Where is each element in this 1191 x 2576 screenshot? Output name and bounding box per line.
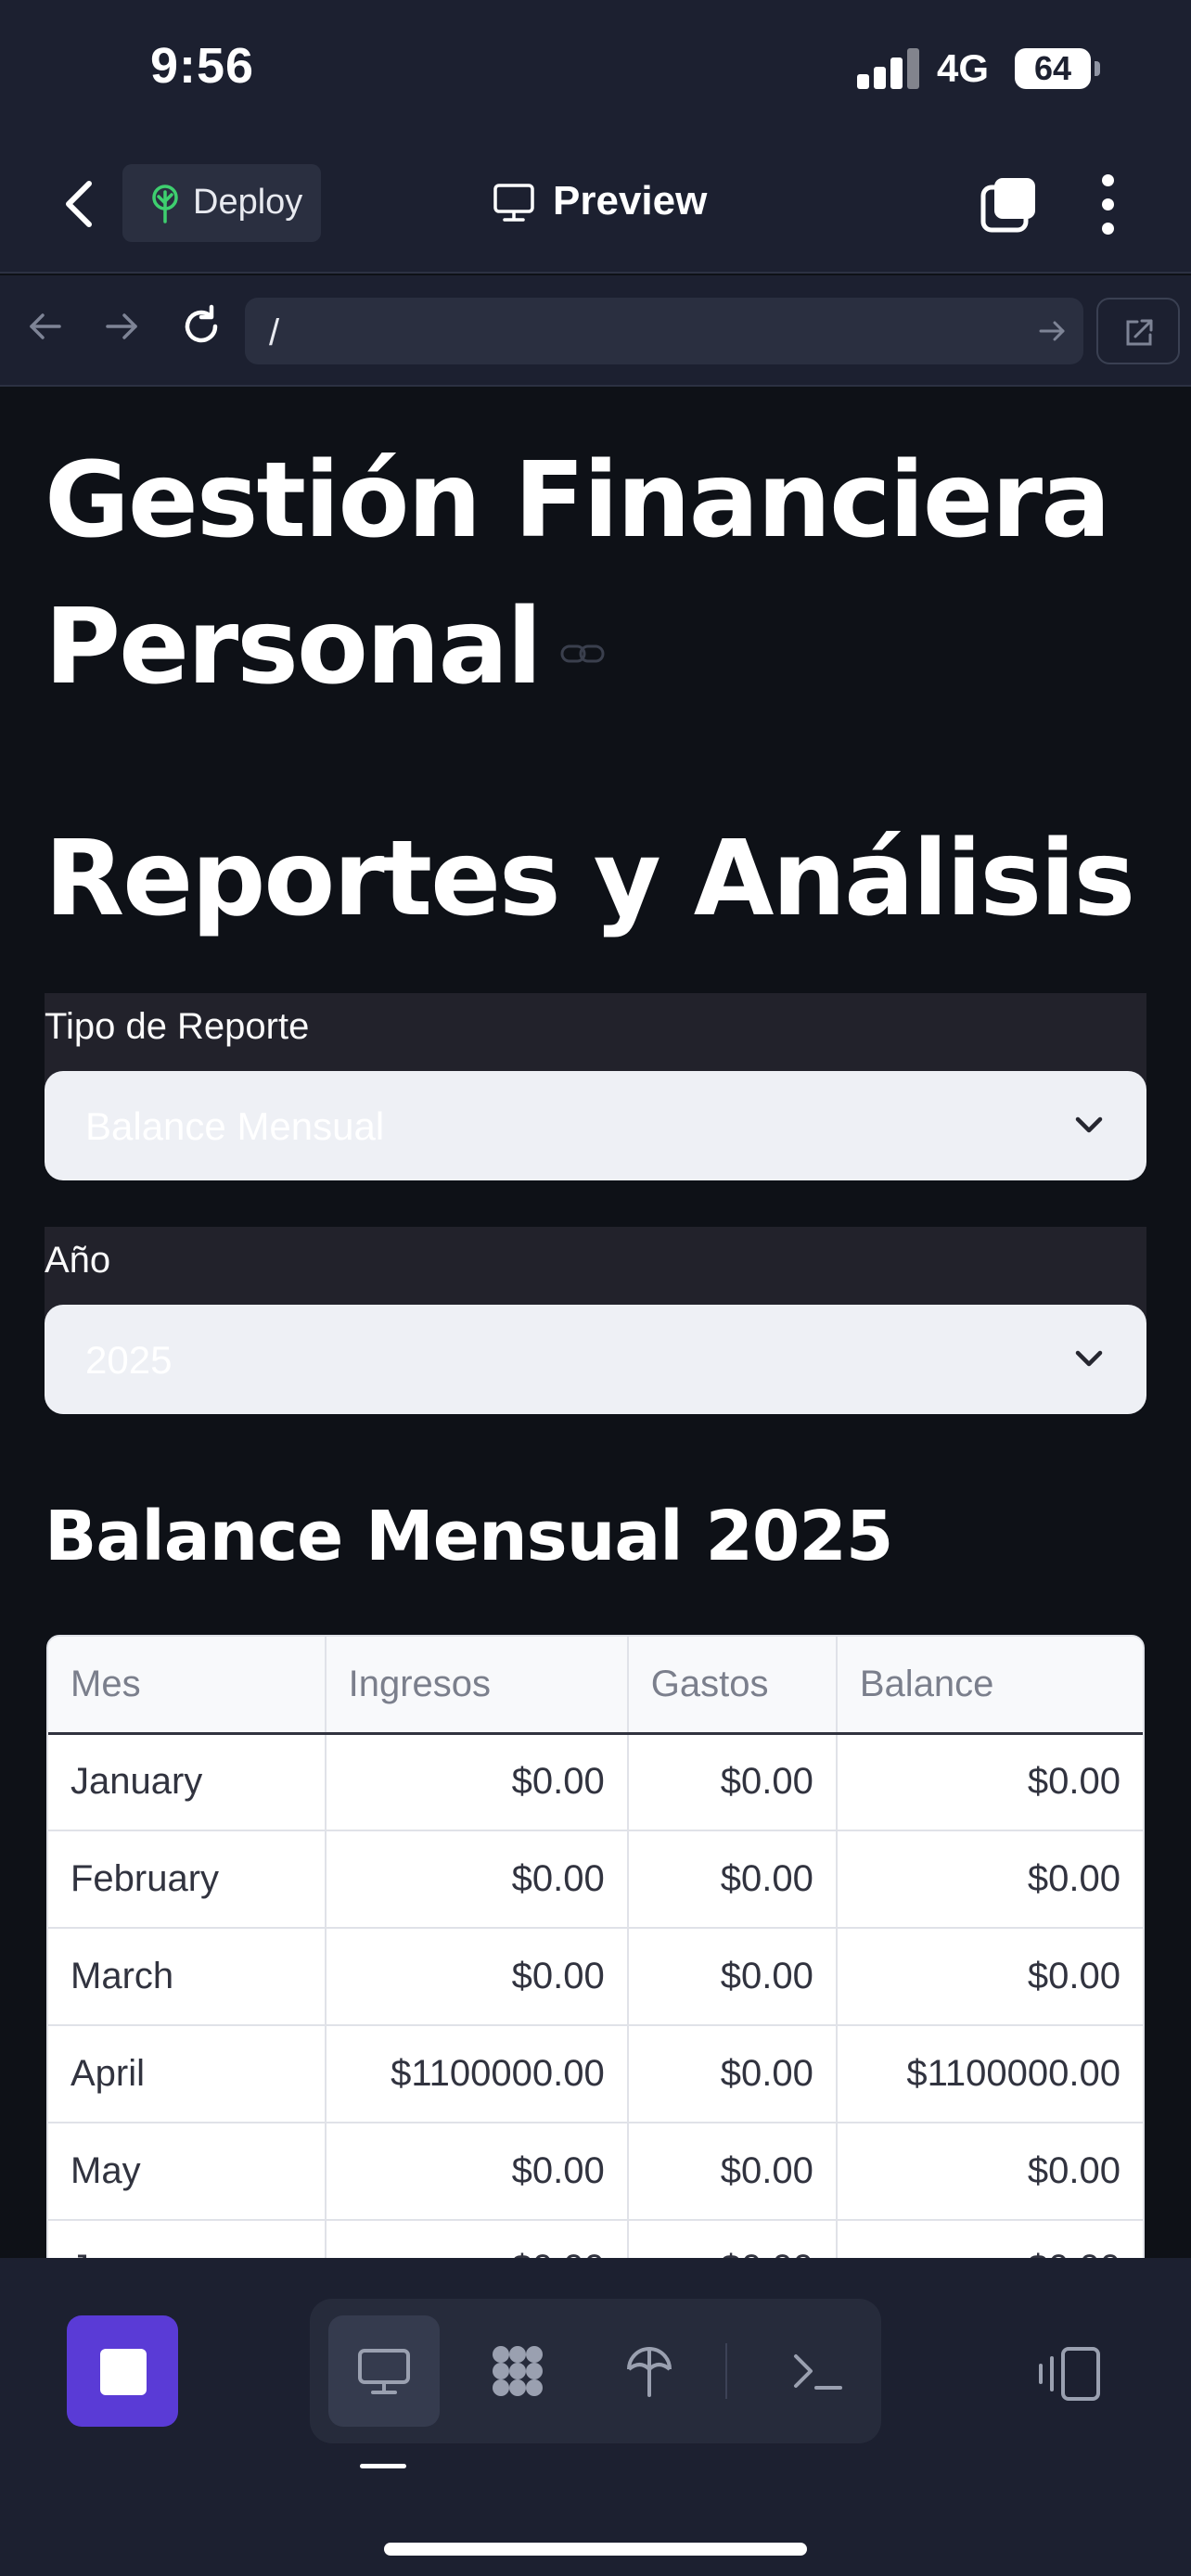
year-value: 2025 [85,1338,173,1382]
table-row: February $0.00 $0.00 $0.00 [48,1830,1143,1929]
stop-button[interactable] [67,2315,178,2427]
chevron-down-icon [1075,1350,1103,1367]
battery-tip [1095,61,1100,76]
month-cell[interactable]: February [48,1830,327,1929]
anchor-link-icon[interactable] [559,640,606,668]
month-cell[interactable]: June [48,2220,327,2258]
desktop-view-button[interactable] [328,2315,440,2427]
back-button[interactable] [58,176,102,232]
month-cell[interactable]: March [48,1928,327,2026]
expenses-cell[interactable]: $0.00 [627,1830,838,1929]
preview-label: Preview [553,178,708,223]
browser-bar: / [0,275,1191,387]
balance-cell[interactable]: $0.00 [836,1733,1143,1831]
active-tab-indicator [360,2464,406,2468]
income-cell[interactable]: $0.00 [325,2220,629,2258]
table-row: January $0.00 $0.00 $0.00 [48,1733,1143,1831]
deploy-label: Deploy [193,183,303,222]
bottom-toolbar [0,2258,1191,2576]
table-row: June $0.00 $0.00 $0.00 [48,2220,1143,2258]
external-link-icon [1126,319,1153,346]
terminal-icon [794,2354,842,2390]
view-switcher [310,2299,881,2443]
report-type-select: Tipo de Reporte Balance Mensual [45,993,1146,1180]
status-bar: 9:56 4G 64 [0,0,1191,139]
balance-cell[interactable]: $0.00 [836,2220,1143,2258]
balance-cell[interactable]: $1100000.00 [836,2025,1143,2123]
apps-view-button[interactable] [462,2315,573,2427]
monitor-icon [493,184,534,222]
more-options-button[interactable] [1093,174,1124,236]
apps-icon [493,2346,543,2396]
expenses-cell[interactable]: $0.00 [627,1733,838,1831]
section-title: Reportes y Análisis [45,819,1135,939]
network-type: 4G [937,46,990,90]
year-select: Año 2025 [45,1227,1146,1414]
expenses-cell[interactable]: $0.00 [627,2220,838,2258]
month-cell[interactable]: May [48,2123,327,2221]
deploy-button[interactable]: Deploy [122,164,321,242]
terminal-view-button[interactable] [761,2315,872,2427]
column-header[interactable]: Mes [48,1637,327,1735]
chevron-left-icon [66,181,92,227]
battery-icon: 64 [1015,48,1091,89]
desktop-icon [358,2349,410,2394]
reload-icon[interactable] [178,303,224,350]
table-row: March $0.00 $0.00 $0.00 [48,1928,1143,2026]
status-time: 9:56 [150,38,255,94]
month-cell[interactable]: January [48,1733,327,1831]
table-header-row: Mes Ingresos Gastos Balance [48,1637,1143,1735]
year-label: Año [45,1240,111,1281]
month-cell[interactable]: April [48,2025,327,2123]
go-arrow-icon[interactable] [1035,314,1069,348]
chevron-down-icon [1075,1116,1103,1133]
table-heading: Balance Mensual 2025 [45,1497,893,1576]
year-dropdown[interactable]: 2025 [45,1305,1146,1414]
column-header[interactable]: Ingresos [325,1637,629,1735]
url-text: / [269,312,280,353]
balance-table[interactable]: Mes Ingresos Gastos Balance January $0.0… [46,1635,1145,2258]
balance-cell[interactable]: $0.00 [836,1830,1143,1929]
expenses-cell[interactable]: $0.00 [627,2025,838,2123]
income-cell[interactable]: $0.00 [325,2123,629,2221]
report-type-dropdown[interactable]: Balance Mensual [45,1071,1146,1180]
url-field[interactable]: / [245,298,1083,364]
arrow-left-icon[interactable] [22,303,69,350]
balance-cell[interactable]: $0.00 [836,2123,1143,2221]
income-cell[interactable]: $0.00 [325,1830,629,1929]
expenses-cell[interactable]: $0.00 [627,2123,838,2221]
income-cell[interactable]: $0.00 [325,1928,629,2026]
balance-cell[interactable]: $0.00 [836,1928,1143,2026]
income-cell[interactable]: $1100000.00 [325,2025,629,2123]
signal-icon [857,48,920,89]
column-header[interactable]: Gastos [627,1637,838,1735]
expenses-cell[interactable]: $0.00 [627,1928,838,2026]
tabs-button[interactable] [980,176,1039,236]
tabs-icon [980,178,1035,233]
arrow-right-icon[interactable] [98,303,145,350]
stop-icon [100,2349,147,2395]
app-content: Gestión Financiera Personal Reportes y A… [0,389,1191,2258]
report-type-value: Balance Mensual [85,1104,385,1148]
income-cell[interactable]: $0.00 [325,1733,629,1831]
open-external-button[interactable] [1096,298,1180,364]
report-type-label: Tipo de Reporte [45,1006,310,1047]
devices-icon[interactable] [1037,2345,1102,2403]
home-indicator [384,2543,807,2556]
toolbar-divider [725,2343,727,2399]
tree-icon [152,185,178,223]
antenna-icon [627,2347,672,2397]
column-header[interactable]: Balance [836,1637,1143,1735]
app-header: Deploy Preview [0,139,1191,274]
table-row: April $1100000.00 $0.00 $1100000.00 [48,2025,1143,2123]
page-title: Gestión Financiera Personal [45,427,1158,721]
table-row: May $0.00 $0.00 $0.00 [48,2123,1143,2221]
network-view-button[interactable] [594,2315,705,2427]
